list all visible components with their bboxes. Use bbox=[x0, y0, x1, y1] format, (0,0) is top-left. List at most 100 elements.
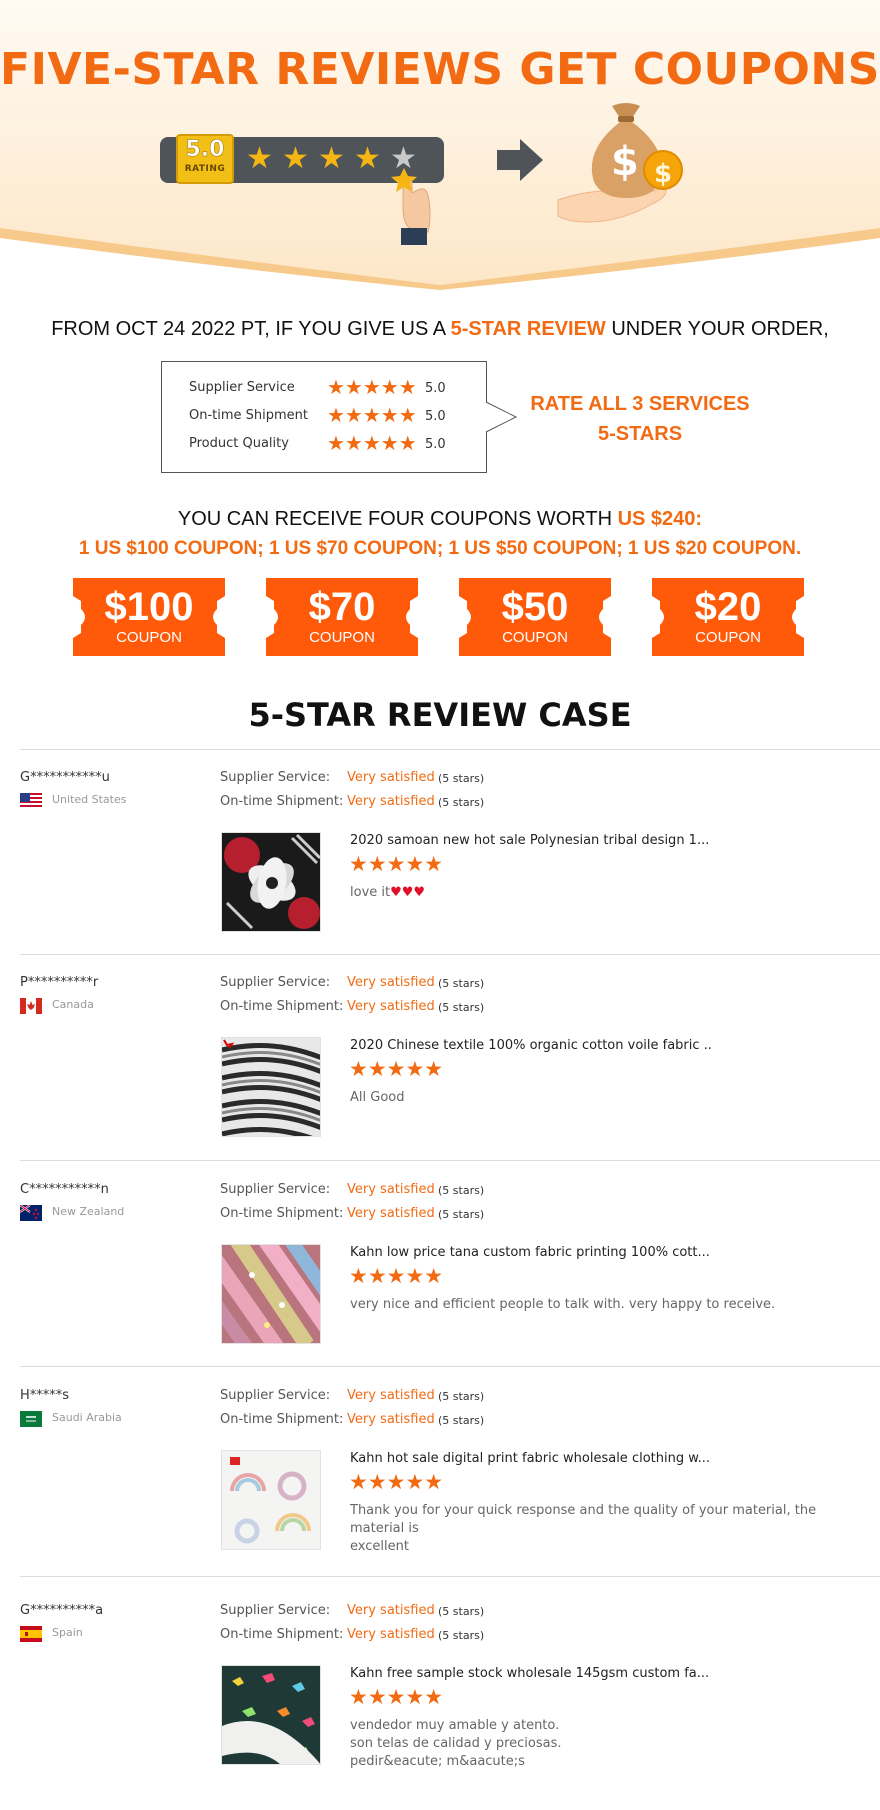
shipment-stars: (5 stars) bbox=[438, 1208, 485, 1221]
five-star-icons: ★★★★★ bbox=[349, 1265, 444, 1288]
heart-icons: ♥♥♥ bbox=[390, 885, 426, 900]
product-image[interactable] bbox=[221, 1665, 321, 1765]
canada-flag-icon bbox=[20, 998, 42, 1014]
five-star-icons: ★★★★★ bbox=[327, 377, 417, 399]
review-card: H*****s Saudi Arabia Supplier Service: V… bbox=[0, 1368, 880, 1568]
product-title-link[interactable]: Kahn low price tana custom fabric printi… bbox=[350, 1245, 860, 1260]
five-star-icons: ★★★★★ bbox=[327, 433, 417, 455]
reviewer-country: United States bbox=[52, 793, 127, 806]
hero-illustrations: $ $ bbox=[391, 103, 683, 245]
supplier-service-stars: (5 stars) bbox=[438, 1605, 485, 1618]
product-title-link[interactable]: Kahn free sample stock wholesale 145gsm … bbox=[350, 1666, 860, 1681]
product-image[interactable] bbox=[221, 1244, 321, 1344]
divider bbox=[20, 1160, 880, 1161]
reviewer-country: Saudi Arabia bbox=[52, 1411, 122, 1424]
intro-prefix: FROM OCT 24 2022 PT, IF YOU GIVE US A bbox=[51, 318, 451, 340]
service-label: Supplier Service bbox=[189, 380, 295, 395]
shipment-stars: (5 stars) bbox=[438, 1414, 485, 1427]
reviewer-name: H*****s bbox=[20, 1388, 70, 1403]
coupon-amount: $100 bbox=[104, 585, 194, 629]
supplier-service-value: Very satisfied bbox=[347, 770, 435, 785]
supplier-service-stars: (5 stars) bbox=[438, 977, 485, 990]
shipment-label: On-time Shipment: bbox=[220, 1412, 344, 1427]
hand-pointer-icon bbox=[391, 168, 431, 245]
supplier-service-label: Supplier Service: bbox=[220, 1388, 331, 1403]
receive-coupons-line: YOU CAN RECEIVE FOUR COUPONS WORTH US $2… bbox=[0, 508, 880, 531]
intro-suffix: UNDER YOUR ORDER, bbox=[605, 318, 829, 340]
shipment-value: Very satisfied bbox=[347, 1627, 435, 1642]
divider bbox=[20, 1366, 880, 1367]
shipment-value: Very satisfied bbox=[347, 794, 435, 809]
review-card: G***********u United States Supplier Ser… bbox=[0, 750, 880, 950]
reviewer-country: New Zealand bbox=[52, 1205, 125, 1218]
service-score: 5.0 bbox=[425, 409, 446, 424]
svg-text:$: $ bbox=[611, 139, 639, 185]
service-score: 5.0 bbox=[425, 437, 446, 452]
review-card: G**********a Spain Supplier Service: Ver… bbox=[0, 1583, 880, 1783]
shipment-stars: (5 stars) bbox=[438, 1001, 485, 1014]
spain-flag-icon bbox=[20, 1626, 42, 1642]
hero-banner: FIVE-STAR REVIEWS GET COUPONS 5.0 RATING… bbox=[0, 0, 880, 290]
receive-prefix: YOU CAN RECEIVE FOUR COUPONS WORTH bbox=[177, 508, 618, 530]
us-flag-icon bbox=[20, 793, 42, 809]
rate-all-line2: 5-STARS bbox=[597, 423, 683, 445]
svg-text:$: $ bbox=[654, 159, 672, 189]
reviewer-name: C***********n bbox=[20, 1182, 109, 1197]
coupon-50: $50 COUPON bbox=[459, 578, 611, 656]
product-image[interactable] bbox=[221, 1037, 321, 1137]
saudi-arabia-flag-icon bbox=[20, 1411, 42, 1427]
product-image[interactable] bbox=[221, 832, 321, 932]
coupon-breakdown: 1 US $100 COUPON; 1 US $70 COUPON; 1 US … bbox=[78, 538, 802, 559]
shipment-label: On-time Shipment: bbox=[220, 1627, 344, 1642]
supplier-service-stars: (5 stars) bbox=[438, 772, 485, 785]
supplier-service-value: Very satisfied bbox=[347, 1388, 435, 1403]
coupon-70: $70 COUPON bbox=[266, 578, 418, 656]
service-label: On-time Shipment bbox=[189, 408, 309, 423]
coupon-amount: $70 bbox=[308, 585, 376, 629]
coupon-label: COUPON bbox=[116, 629, 182, 646]
five-star-icons: ★★★★★ bbox=[349, 1058, 444, 1081]
five-star-icons: ★★★★★ bbox=[349, 1471, 444, 1494]
review-comment: All Good bbox=[350, 1090, 405, 1105]
supplier-service-stars: (5 stars) bbox=[438, 1390, 485, 1403]
review-comment: vendedor muy amable y atento. son telas … bbox=[350, 1718, 562, 1769]
product-title-link[interactable]: 2020 Chinese textile 100% organic cotton… bbox=[350, 1038, 860, 1053]
service-label: Product Quality bbox=[189, 436, 289, 451]
reviewer-country: Canada bbox=[52, 998, 94, 1011]
review-card: C***********n New Zealand Supplier Servi… bbox=[0, 1162, 880, 1362]
service-row-quality: Product Quality ★★★★★ 5.0 bbox=[189, 433, 479, 457]
receive-amount: US $240: bbox=[617, 508, 703, 530]
coupon-label: COUPON bbox=[309, 629, 375, 646]
supplier-service-value: Very satisfied bbox=[347, 975, 435, 990]
shipment-value: Very satisfied bbox=[347, 1206, 435, 1221]
review-comment: Thank you for your quick response and th… bbox=[350, 1503, 817, 1554]
review-comment: very nice and efficient people to talk w… bbox=[350, 1297, 776, 1312]
divider bbox=[20, 1576, 880, 1577]
coupon-20: $20 COUPON bbox=[652, 578, 804, 656]
shipment-stars: (5 stars) bbox=[438, 796, 485, 809]
coupon-amount: $20 bbox=[694, 585, 762, 629]
product-image[interactable] bbox=[221, 1450, 321, 1550]
service-rating-box: Supplier Service ★★★★★ 5.0 On-time Shipm… bbox=[161, 361, 487, 473]
promotion-intro: FROM OCT 24 2022 PT, IF YOU GIVE US A 5-… bbox=[0, 318, 880, 341]
service-row-shipment: On-time Shipment ★★★★★ 5.0 bbox=[189, 405, 479, 429]
shipment-label: On-time Shipment: bbox=[220, 999, 344, 1014]
reviewer-name: G**********a bbox=[20, 1603, 104, 1618]
rate-all-line1: RATE ALL 3 SERVICES bbox=[530, 393, 750, 415]
five-star-icons: ★★★★★ bbox=[327, 405, 417, 427]
arrow-right-icon bbox=[497, 139, 543, 181]
five-star-icons: ★★★★★ bbox=[349, 853, 444, 876]
service-score: 5.0 bbox=[425, 381, 446, 396]
review-card: P**********r Canada Supplier Service: Ve… bbox=[0, 955, 880, 1155]
intro-highlight: 5-STAR REVIEW bbox=[450, 318, 606, 340]
coupon-100: $100 COUPON bbox=[73, 578, 225, 656]
coupon-label: COUPON bbox=[695, 629, 761, 646]
five-star-icons: ★★★★★ bbox=[349, 1686, 444, 1709]
product-title-link[interactable]: 2020 samoan new hot sale Polynesian trib… bbox=[350, 833, 860, 848]
coupon-label: COUPON bbox=[502, 629, 568, 646]
product-title-link[interactable]: Kahn hot sale digital print fabric whole… bbox=[350, 1451, 860, 1466]
reviewer-name: P**********r bbox=[20, 975, 99, 990]
rate-all-callout: RATE ALL 3 SERVICES 5-STARS bbox=[505, 389, 775, 449]
new-zealand-flag-icon bbox=[20, 1205, 42, 1221]
reviewer-name: G***********u bbox=[20, 770, 110, 785]
